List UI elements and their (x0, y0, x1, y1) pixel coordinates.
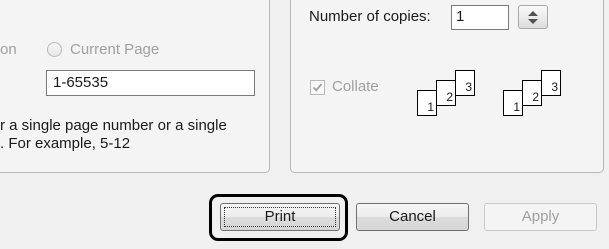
focus-ring (224, 207, 336, 227)
range-hint-line2: . For example, 5-12 (0, 135, 131, 152)
cancel-button[interactable]: Cancel (356, 203, 469, 231)
apply-button[interactable]: Apply (484, 203, 597, 231)
collate-page: 2 (522, 80, 542, 106)
copies-spinner[interactable] (518, 5, 548, 29)
selection-option-label: on (0, 41, 17, 58)
copies-input[interactable]: 1 (451, 5, 509, 30)
copies-group: Number of copies: 1 Collate 3 2 1 3 2 1 (290, 0, 604, 173)
collate-page: 3 (541, 70, 561, 96)
page-range-group: on Current Page 1-65535 r a single page … (0, 0, 270, 173)
collate-page: 1 (417, 90, 437, 116)
checkmark-icon (312, 83, 323, 92)
collate-page: 2 (436, 80, 456, 106)
number-of-copies-label: Number of copies: (309, 8, 431, 25)
collate-page: 3 (455, 70, 475, 96)
collate-checkbox[interactable] (310, 80, 325, 95)
print-button[interactable]: Print (220, 203, 340, 231)
current-page-radio[interactable] (47, 42, 62, 57)
spin-down-icon[interactable] (528, 19, 538, 24)
range-hint-line1: r a single page number or a single (0, 117, 227, 134)
spin-up-icon[interactable] (528, 11, 538, 16)
collate-page: 1 (503, 90, 523, 116)
current-page-label: Current Page (70, 41, 160, 58)
collate-label: Collate (332, 78, 379, 95)
pages-input[interactable]: 1-65535 (46, 70, 255, 96)
